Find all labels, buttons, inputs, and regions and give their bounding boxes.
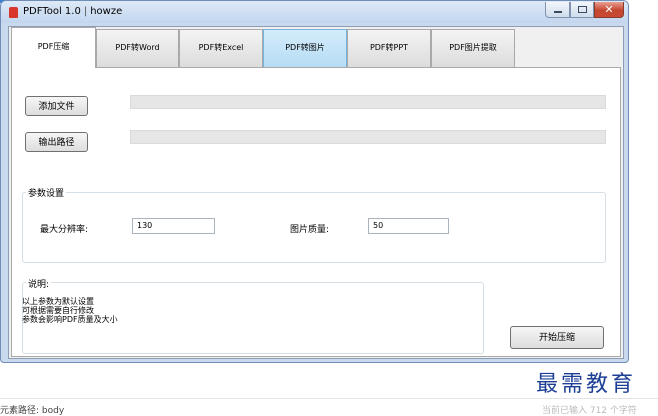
maximize-button[interactable]	[570, 2, 594, 18]
start-compress-button[interactable]: 开始压缩	[510, 326, 604, 349]
note-line-3: 参数会影响PDF质量及大小	[22, 315, 118, 324]
close-button[interactable]: ✕	[594, 2, 624, 18]
tab-pdf-image-extract[interactable]: PDF图片提取	[431, 29, 515, 67]
footer-element-path: 元素路径: body	[0, 406, 65, 416]
footer-char-count: 当前已输入 712 个字符	[542, 406, 637, 416]
max-resolution-label: 最大分辨率:	[40, 225, 89, 235]
image-quality-label: 图片质量:	[290, 225, 330, 235]
tab-pdf-to-image[interactable]: PDF转图片	[263, 29, 347, 67]
pdf-app-icon	[9, 7, 18, 18]
title-separator: |	[83, 6, 88, 17]
window-title: PDFTool 1.0 | howze	[23, 6, 122, 17]
maximize-icon	[578, 6, 587, 13]
user-name: howze	[90, 6, 123, 17]
close-icon: ✕	[604, 3, 614, 16]
settings-group: 参数设置 最大分辨率: 130 图片质量: 50	[22, 186, 606, 263]
tab-pdf-to-word[interactable]: PDF转Word	[96, 29, 179, 67]
add-file-button[interactable]: 添加文件	[25, 96, 88, 116]
tab-pdf-to-excel[interactable]: PDF转Excel	[179, 29, 263, 67]
max-resolution-input[interactable]: 130	[132, 218, 215, 234]
minimize-button[interactable]	[545, 2, 570, 18]
add-file-path-field[interactable]	[130, 95, 606, 109]
image-quality-input[interactable]: 50	[368, 218, 449, 234]
output-path-field[interactable]	[130, 130, 606, 144]
notes-legend: 说明:	[26, 277, 52, 290]
minimize-icon	[554, 11, 562, 13]
settings-legend: 参数设置	[26, 186, 67, 199]
app-name: PDFTool 1.0	[23, 6, 81, 17]
footer-divider	[0, 398, 658, 399]
pdftool-window: PDFTool 1.0 | howze ✕ PDF压缩 PDF转Word PDF转E…	[0, 0, 629, 363]
tab-pdf-to-ppt[interactable]: PDF转PPT	[347, 29, 431, 67]
title-bar[interactable]: PDFTool 1.0 | howze ✕	[1, 1, 628, 23]
tab-pdf-compress[interactable]: PDF压缩	[11, 27, 96, 68]
client-area: PDF压缩 PDF转Word PDF转Excel PDF转图片 PDF转PPT …	[8, 26, 624, 359]
tab-strip: PDF压缩 PDF转Word PDF转Excel PDF转图片 PDF转PPT …	[9, 27, 623, 68]
compress-tab-panel: 添加文件 输出路径 参数设置 最大分辨率: 130 图片质量: 50 说明: 以…	[11, 67, 621, 357]
watermark-logo-text: 最需教育	[536, 372, 637, 397]
output-path-button[interactable]: 输出路径	[25, 132, 88, 152]
